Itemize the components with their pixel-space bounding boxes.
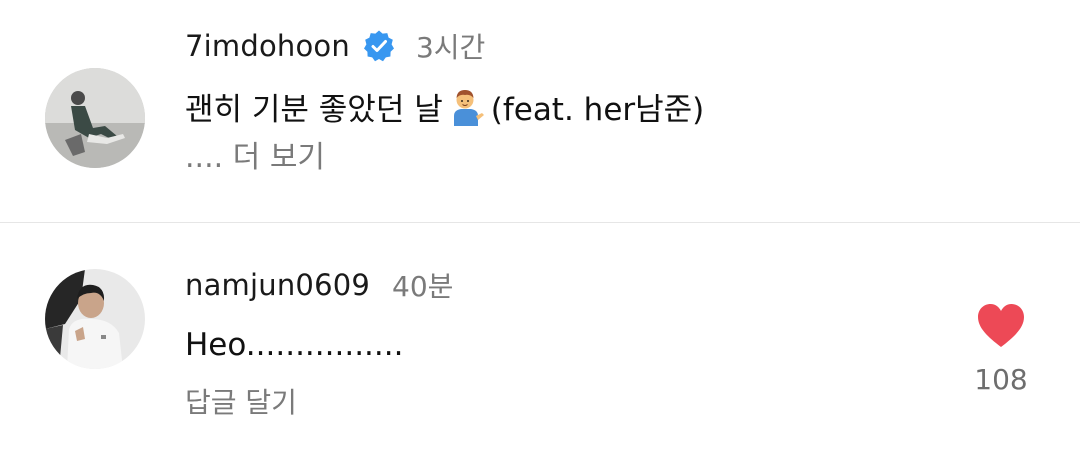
- reply-button[interactable]: 답글 달기: [185, 381, 297, 421]
- person-tipping-hand-emoji-icon: [445, 86, 485, 126]
- post-meta: 7imdohoon 3시간: [185, 26, 485, 66]
- post-username[interactable]: 7imdohoon: [185, 29, 350, 63]
- caption-suffix-text: (feat. her남준): [490, 91, 705, 128]
- post-author-avatar[interactable]: [45, 68, 145, 168]
- comment-username[interactable]: namjun0609: [185, 268, 370, 302]
- commenter-avatar[interactable]: [45, 269, 145, 369]
- comment-text: Heo................: [185, 327, 404, 363]
- post-time: 3시간: [415, 31, 486, 64]
- see-more-link[interactable]: .... 더 보기: [185, 134, 325, 175]
- post-caption: 7imdohoon 3시간 괜히 기분 좋았던 날 (feat. her남준) …: [0, 0, 1080, 222]
- heart-icon[interactable]: [976, 303, 1026, 349]
- caption-main-text: 괜히 기분 좋았던 날: [185, 91, 443, 128]
- like-area: 108: [962, 301, 1040, 431]
- comment-item: namjun0609 40분 Heo................ 답글 달기…: [0, 223, 1080, 466]
- caption-text: 괜히 기분 좋았던 날 (feat. her남준): [185, 84, 704, 128]
- like-count: 108: [974, 363, 1028, 396]
- verified-badge-icon: [362, 29, 396, 63]
- comment-time: 40분: [392, 270, 454, 303]
- comment-meta: namjun0609 40분: [185, 265, 453, 305]
